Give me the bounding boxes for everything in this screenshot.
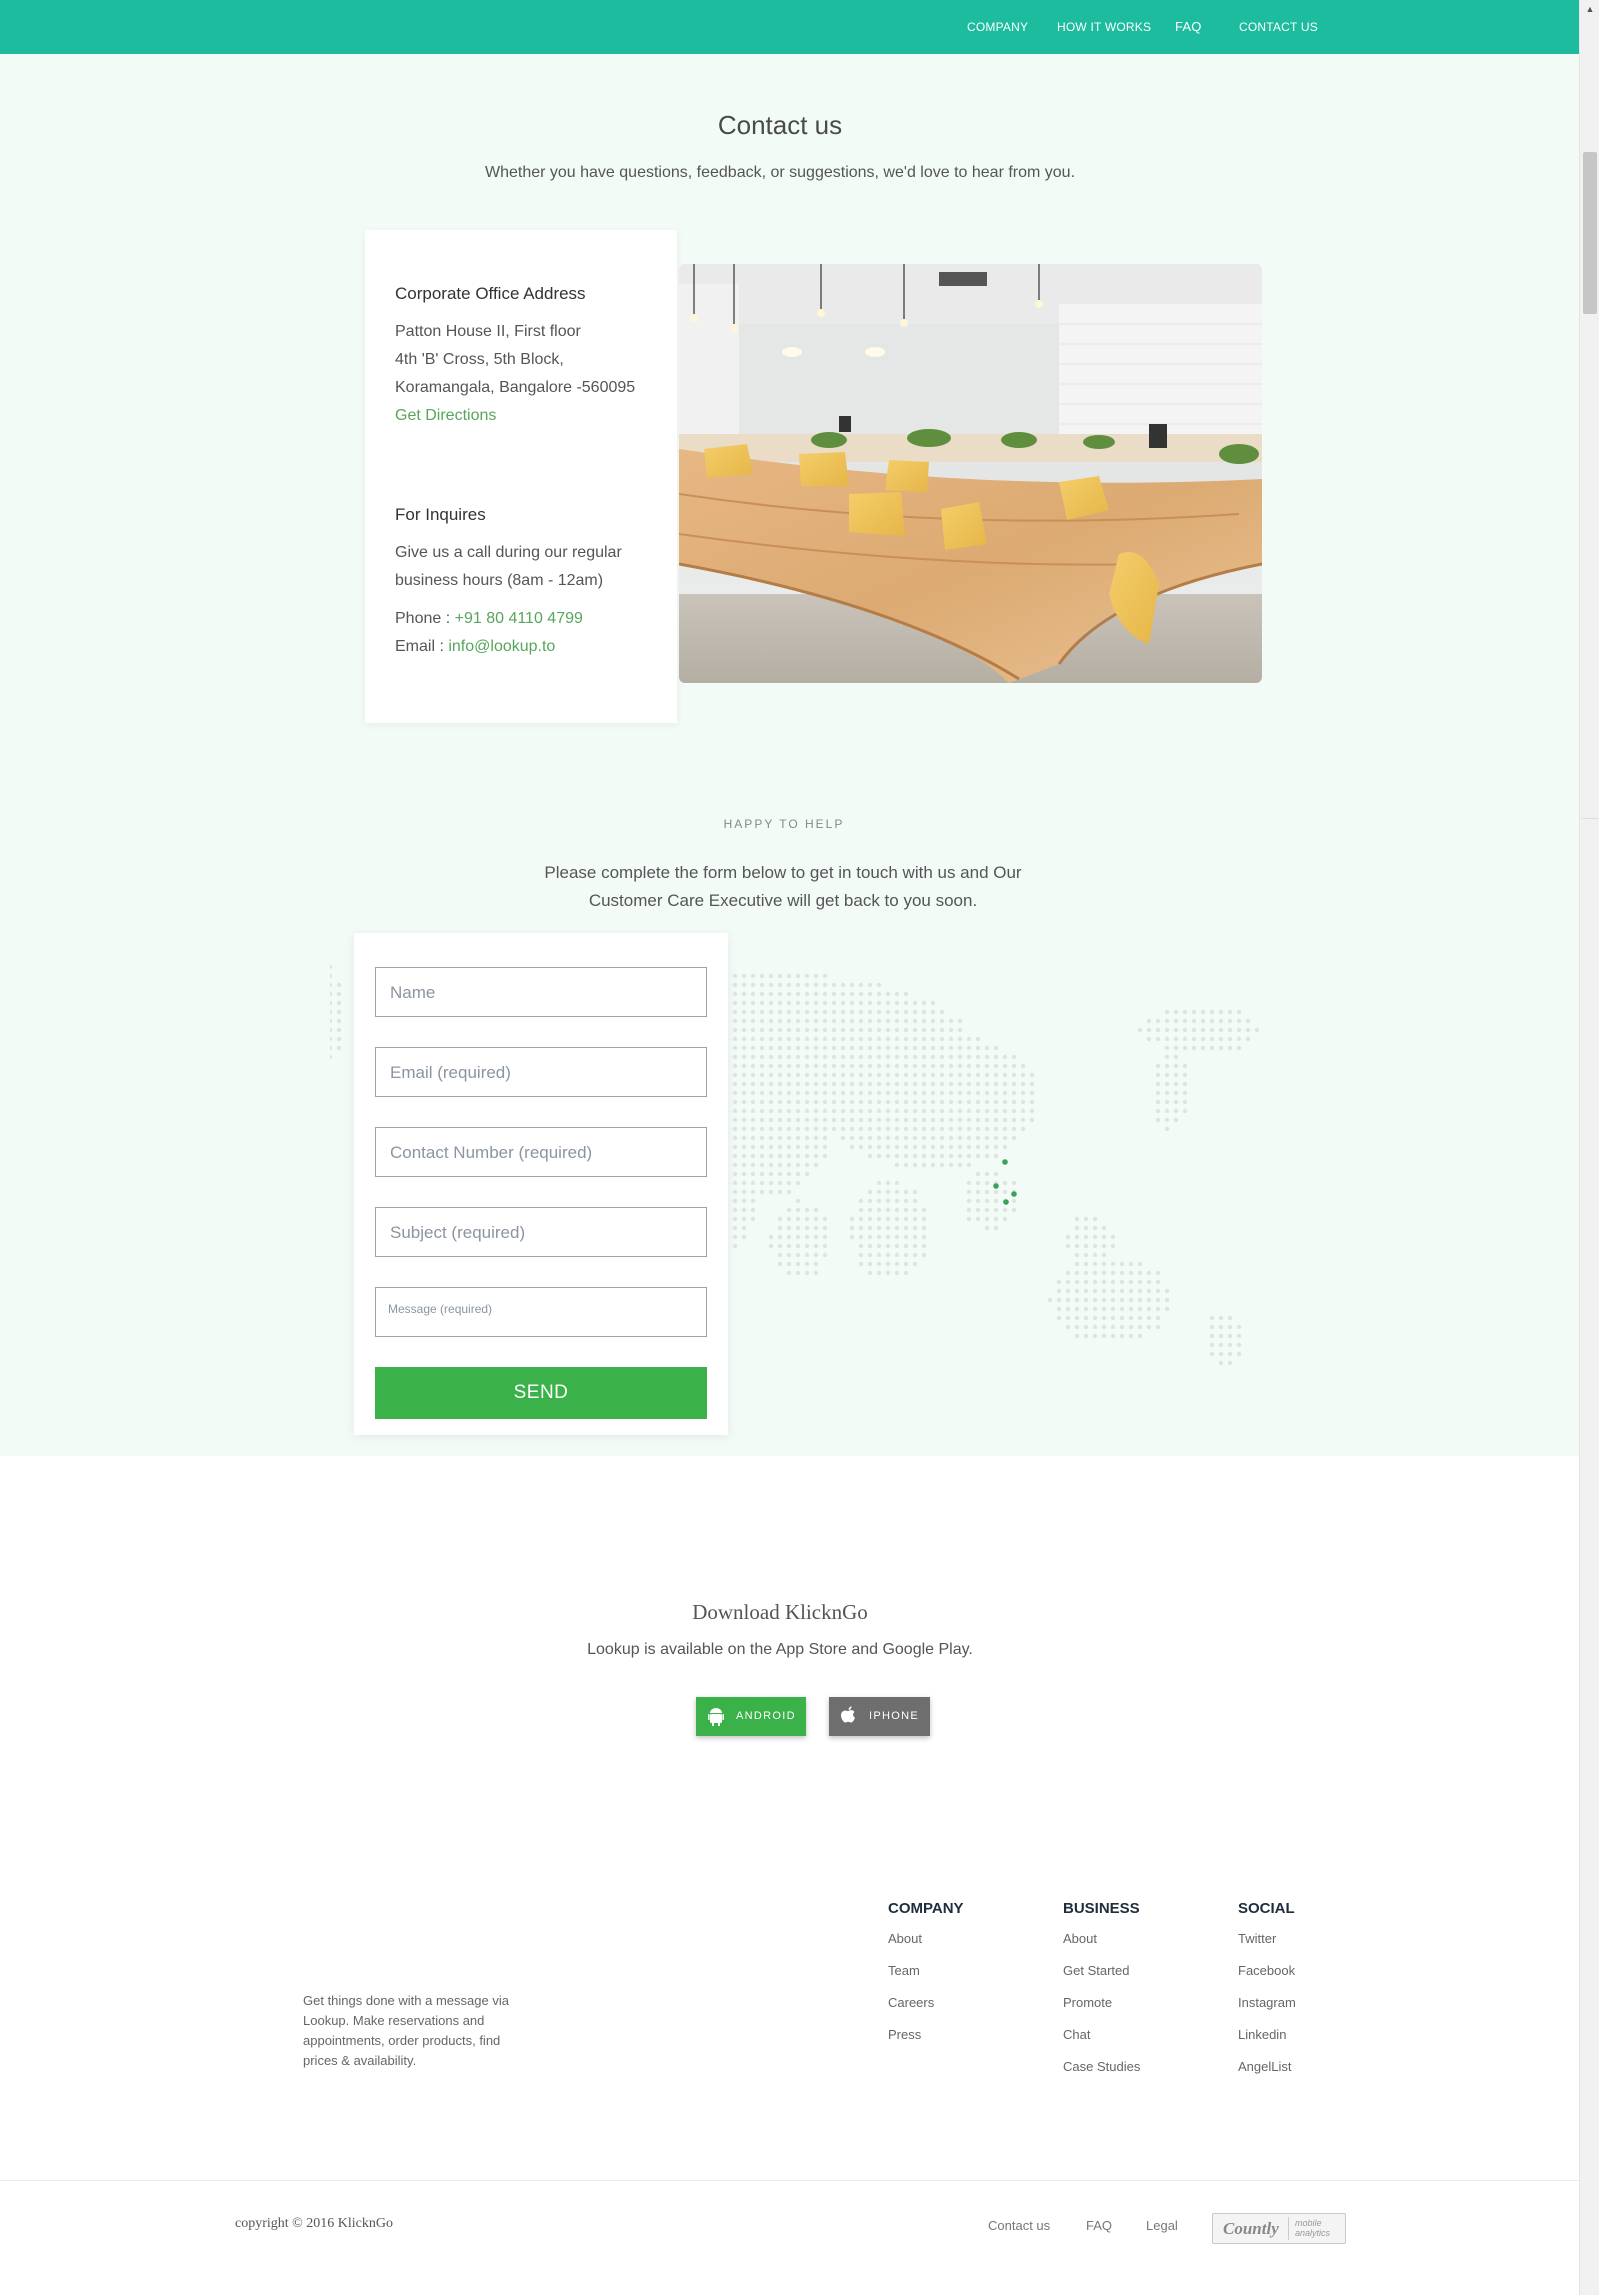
countly-separator [1288, 2217, 1289, 2240]
footer-link-team[interactable]: Team [888, 1963, 920, 1978]
inquiries-heading: For Inquires [395, 505, 486, 524]
nav-contact-us[interactable]: CONTACT US [1239, 20, 1318, 34]
download-title: Download KlicknGo [692, 1600, 868, 1624]
footer-link-business-about[interactable]: About [1063, 1931, 1097, 1946]
countly-logo: Countly [1223, 2219, 1279, 2238]
footer-divider [0, 2180, 1579, 2181]
nav-company[interactable]: COMPANY [967, 20, 1028, 34]
footer-link-linkedin[interactable]: Linkedin [1238, 2027, 1286, 2042]
footer-link-twitter[interactable]: Twitter [1238, 1931, 1276, 1946]
page-title: Contact us [717, 110, 843, 140]
office-photo [679, 264, 1262, 683]
android-icon [708, 1697, 724, 1741]
email-line: Email : info@lookup.to [395, 638, 555, 656]
send-button[interactable]: SEND [375, 1367, 707, 1419]
footer-link-instagram[interactable]: Instagram [1238, 1995, 1296, 2010]
page-subtitle: Whether you have questions, feedback, or… [484, 164, 1076, 181]
office-heading: Corporate Office Address [395, 284, 586, 303]
iphone-download-button[interactable]: IPHONE [829, 1697, 930, 1736]
nav-faq[interactable]: FAQ [1175, 19, 1202, 34]
get-directions-link[interactable]: Get Directions [395, 407, 496, 425]
footer-link-case-studies[interactable]: Case Studies [1063, 2059, 1140, 2074]
footer-heading-business: BUSINESS [1063, 1900, 1140, 1917]
footer-link-chat[interactable]: Chat [1063, 2027, 1090, 2042]
email-link[interactable]: info@lookup.to [448, 638, 555, 655]
inquiries-text-1: Give us a call during our regular [395, 544, 622, 561]
message-field[interactable]: Message (required) [375, 1287, 707, 1337]
help-text-1: Please complete the form below to get in… [544, 863, 1022, 882]
help-text-2: Customer Care Executive will get back to… [588, 891, 978, 910]
phone-line: Phone : +91 80 4110 4799 [395, 610, 583, 628]
bottom-link-contact-us[interactable]: Contact us [988, 2218, 1050, 2233]
inquiries-text-2: business hours (8am - 12am) [395, 572, 604, 589]
footer-link-about[interactable]: About [888, 1931, 922, 1946]
countly-tagline: mobile analytics [1295, 2218, 1331, 2238]
apple-icon [841, 1697, 856, 1739]
name-field[interactable]: Name [375, 967, 707, 1017]
bottom-link-legal[interactable]: Legal [1146, 2218, 1178, 2233]
countly-badge[interactable]: Countly mobile analytics [1212, 2213, 1346, 2244]
footer-link-press[interactable]: Press [888, 2027, 921, 2042]
footer-link-facebook[interactable]: Facebook [1238, 1963, 1295, 1978]
contact-number-field[interactable]: Contact Number (required) [375, 1127, 707, 1177]
android-label: ANDROID [736, 1710, 796, 1722]
footer-link-promote[interactable]: Promote [1063, 1995, 1112, 2010]
footer-heading-social: SOCIAL [1238, 1900, 1295, 1917]
copyright-text: copyright © 2016 KlicknGo [235, 2216, 394, 2231]
scroll-up-arrow-icon[interactable]: ▲ [1580, 0, 1599, 18]
contact-form: Name Email (required) Contact Number (re… [354, 933, 728, 1435]
phone-label: Phone : [395, 610, 455, 627]
footer-link-get-started[interactable]: Get Started [1063, 1963, 1129, 1978]
footer-description: Get things done with a message via Looku… [303, 1993, 509, 2068]
address-line-3: Koramangala, Bangalore -560095 [395, 379, 636, 396]
footer-heading-company: COMPANY [888, 1900, 964, 1917]
email-label: Email : [395, 638, 449, 655]
nav-how-it-works[interactable]: HOW IT WORKS [1057, 20, 1151, 34]
top-navbar: COMPANY HOW IT WORKS FAQ CONTACT US [0, 0, 1579, 54]
scrollbar-track-mark [1582, 818, 1598, 819]
bottom-link-faq[interactable]: FAQ [1086, 2218, 1112, 2233]
subject-field[interactable]: Subject (required) [375, 1207, 707, 1257]
address-line-2: 4th 'B' Cross, 5th Block, [395, 351, 564, 368]
footer-link-angellist[interactable]: AngelList [1238, 2059, 1291, 2074]
email-field[interactable]: Email (required) [375, 1047, 707, 1097]
download-subtitle: Lookup is available on the App Store and… [587, 1641, 973, 1658]
phone-link[interactable]: +91 80 4110 4799 [455, 610, 583, 627]
address-line-1: Patton House II, First floor [395, 323, 581, 340]
scrollbar-thumb[interactable] [1583, 152, 1597, 314]
help-label: HAPPY TO HELP [723, 817, 845, 831]
page-scrollbar[interactable]: ▲ [1579, 0, 1599, 2295]
footer-link-careers[interactable]: Careers [888, 1995, 934, 2010]
iphone-label: IPHONE [869, 1710, 919, 1722]
address-card: Corporate Office Address Patton House II… [365, 230, 677, 723]
android-download-button[interactable]: ANDROID [696, 1697, 806, 1736]
